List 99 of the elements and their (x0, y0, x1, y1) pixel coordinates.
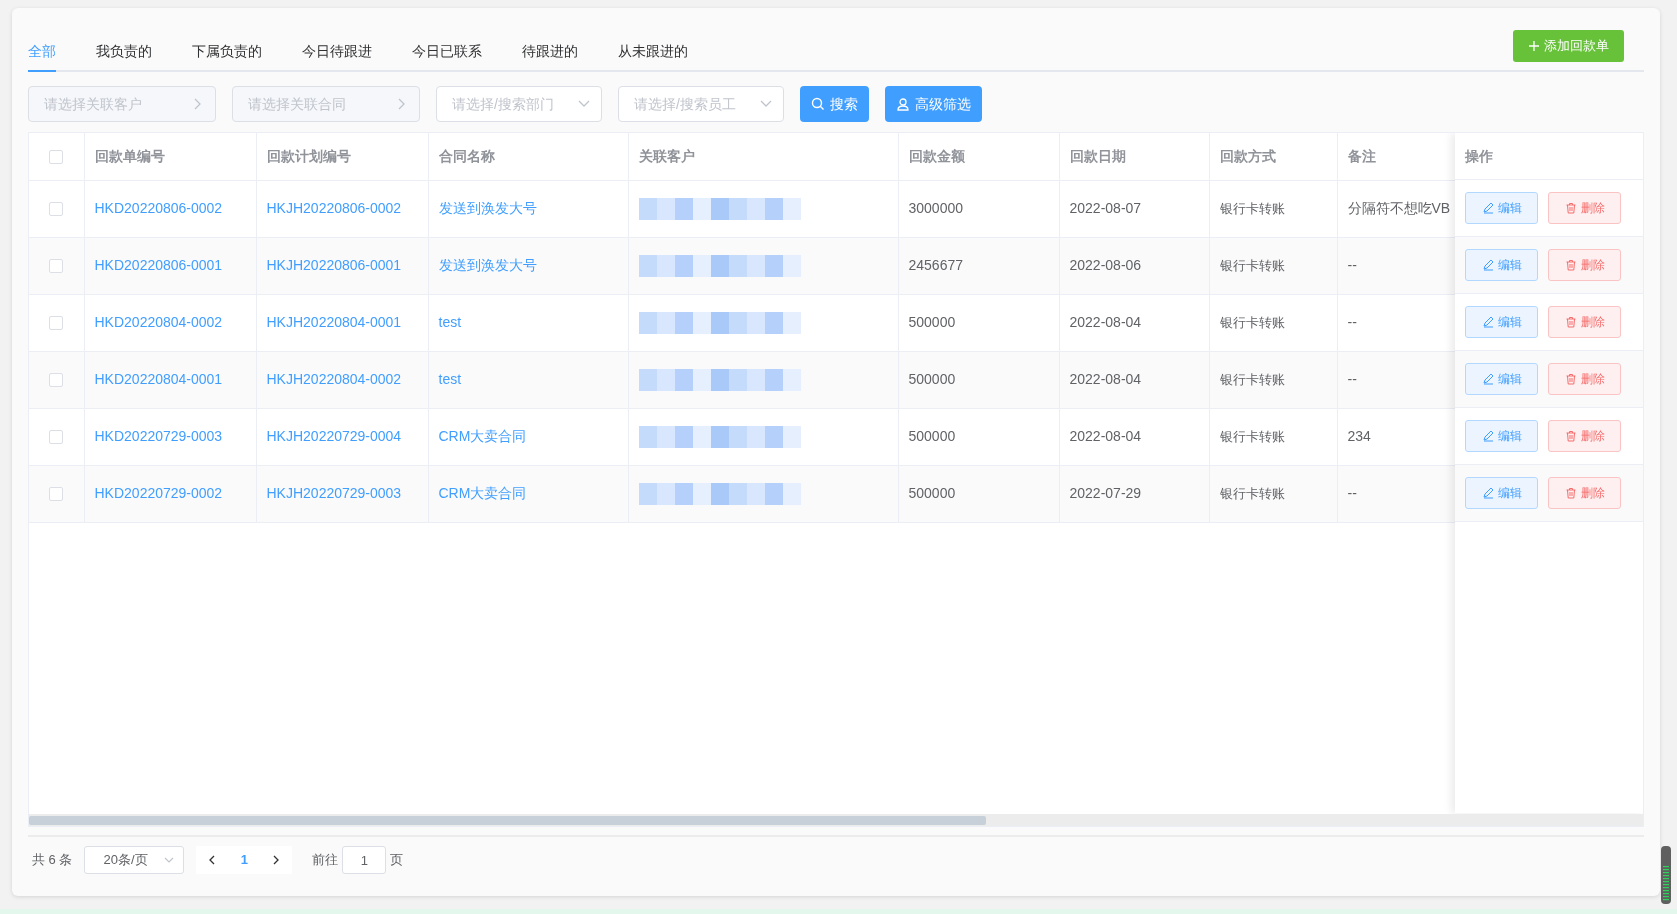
tab[interactable]: 今日已联系 (412, 30, 482, 72)
table-cell: 银行卡转账 (1219, 201, 1285, 216)
table-link[interactable]: HKJH20220806-0002 (266, 200, 402, 216)
level-meter-icon (1661, 846, 1671, 904)
edit-button[interactable]: 编辑 (1465, 363, 1538, 395)
column-header: 回款单编号 (94, 147, 165, 164)
table-cell: 银行卡转账 (1219, 486, 1285, 501)
table-cell: 2022-08-04 (1069, 314, 1142, 330)
table-cell: 2022-08-04 (1069, 371, 1142, 387)
horizontal-scrollbar[interactable] (29, 814, 1643, 826)
delete-button[interactable]: 删除 (1548, 420, 1621, 452)
table-cell: 500000 (908, 371, 956, 387)
page-label: 页 (390, 851, 404, 870)
table-cell: -- (1347, 257, 1357, 273)
tab[interactable]: 今日待跟进 (302, 30, 372, 72)
column-header: 回款方式 (1219, 147, 1276, 164)
row-checkbox[interactable] (49, 487, 64, 502)
person-icon (896, 97, 910, 111)
trash-icon (1564, 259, 1577, 271)
search-icon (811, 97, 825, 111)
table-cell: 500000 (908, 428, 956, 444)
table-cell: 银行卡转账 (1219, 315, 1285, 330)
pencil-icon (1481, 316, 1494, 328)
table-cell: 2456677 (908, 257, 963, 273)
pencil-icon (1481, 487, 1494, 499)
add-receipt-button[interactable]: 添加回款单 (1513, 30, 1624, 62)
select-field[interactable]: 请选择/搜索员工 (618, 86, 784, 122)
table-link[interactable]: 发送到涣发大号 (438, 200, 537, 216)
delete-button[interactable]: 删除 (1548, 306, 1621, 338)
table-cell: -- (1347, 485, 1357, 501)
table-cell: -- (1347, 371, 1357, 387)
table-link[interactable]: HKJH20220804-0001 (266, 314, 402, 330)
table-link[interactable]: CRM大卖合同 (438, 428, 527, 444)
select-all-checkbox[interactable] (49, 150, 64, 165)
table-cell: 234 (1347, 428, 1371, 444)
pencil-icon (1481, 373, 1494, 385)
tab[interactable]: 从未跟进的 (618, 30, 688, 72)
table-cell: -- (1347, 314, 1357, 330)
advanced-filter-button[interactable]: 高级筛选 (885, 86, 982, 122)
delete-button[interactable]: 删除 (1548, 363, 1621, 395)
column-header: 关联客户 (638, 147, 695, 164)
row-checkbox[interactable] (49, 259, 64, 274)
edit-button[interactable]: 编辑 (1465, 420, 1538, 452)
total-count: 共 6 条 (32, 851, 73, 870)
edit-button[interactable]: 编辑 (1465, 306, 1538, 338)
column-header: 操作 (1465, 146, 1493, 166)
trash-icon (1564, 430, 1577, 442)
pencil-icon (1481, 430, 1494, 442)
table-link[interactable]: test (438, 371, 462, 387)
pencil-icon (1481, 202, 1494, 214)
edit-button[interactable]: 编辑 (1465, 249, 1538, 281)
table-cell: 银行卡转账 (1219, 429, 1285, 444)
delete-button[interactable]: 删除 (1548, 192, 1621, 224)
delete-button[interactable]: 删除 (1548, 249, 1621, 281)
trash-icon (1564, 487, 1577, 499)
table-cell: 2022-08-04 (1069, 428, 1142, 444)
table-cell: 分隔符不想吃VB (1347, 200, 1451, 216)
scrollbar-thumb[interactable] (29, 816, 986, 825)
column-header: 备注 (1347, 147, 1376, 164)
table-link[interactable]: HKJH20220729-0004 (266, 428, 402, 444)
page-size-select[interactable]: 20条/页 (84, 846, 185, 874)
trash-icon (1564, 202, 1577, 214)
row-checkbox[interactable] (49, 373, 64, 388)
edit-button[interactable]: 编辑 (1465, 192, 1538, 224)
table-cell: 银行卡转账 (1219, 258, 1285, 273)
page-input[interactable]: 1 (342, 846, 387, 874)
trash-icon (1564, 373, 1577, 385)
tab[interactable]: 全部 (28, 30, 56, 72)
table-cell: 银行卡转账 (1219, 372, 1285, 387)
search-button[interactable]: 搜索 (800, 86, 869, 122)
table-link[interactable]: HKD20220806-0002 (94, 200, 223, 216)
table-link[interactable]: 发送到涣发大号 (438, 257, 537, 273)
tab[interactable]: 待跟进的 (522, 30, 578, 72)
column-header: 回款计划编号 (266, 147, 351, 164)
column-header: 回款金额 (908, 147, 965, 164)
plus-icon (1528, 40, 1540, 52)
table-cell: 2022-07-29 (1069, 485, 1142, 501)
table-link[interactable]: HKD20220729-0003 (94, 428, 223, 444)
table-cell: 500000 (908, 314, 956, 330)
select-field[interactable]: 请选择/搜索部门 (436, 86, 602, 122)
trash-icon (1564, 316, 1577, 328)
table-cell: 2022-08-07 (1069, 200, 1142, 216)
goto-label: 前往 (312, 851, 339, 870)
table-link[interactable]: HKD20220804-0002 (94, 314, 223, 330)
table-link[interactable]: test (438, 314, 462, 330)
table-cell: 500000 (908, 485, 956, 501)
table-link[interactable]: CRM大卖合同 (438, 485, 527, 501)
table-cell: 3000000 (908, 200, 963, 216)
tab[interactable]: 下属负责的 (192, 30, 262, 72)
column-header: 回款日期 (1069, 147, 1126, 164)
edit-button[interactable]: 编辑 (1465, 477, 1538, 509)
row-checkbox[interactable] (49, 316, 64, 331)
pencil-icon (1481, 259, 1494, 271)
row-checkbox[interactable] (49, 202, 64, 217)
delete-button[interactable]: 删除 (1548, 477, 1621, 509)
tab[interactable]: 我负责的 (96, 30, 152, 72)
row-checkbox[interactable] (49, 430, 64, 445)
table-cell: 2022-08-06 (1069, 257, 1142, 273)
column-header: 合同名称 (438, 147, 495, 164)
